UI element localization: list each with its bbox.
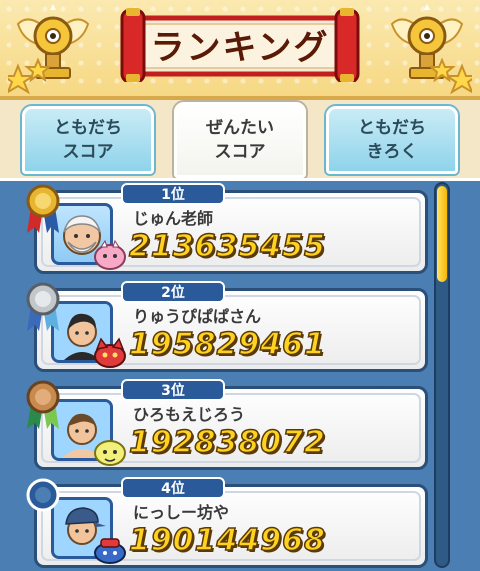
ranking-entry-2[interactable]: 2位 りゅうぴぱぱさん 195829461 bbox=[26, 281, 428, 372]
ranking-entry-3[interactable]: 3位 ひろもえじろう 192838072 bbox=[26, 379, 428, 470]
player-score: 195829461 bbox=[128, 326, 326, 363]
tab-friends-score[interactable]: ともだち スコア bbox=[22, 106, 154, 174]
player-score: 192838072 bbox=[128, 424, 326, 461]
player-name: りゅうぴぱぱさん bbox=[133, 307, 262, 326]
header-bar: ランキング bbox=[0, 0, 480, 100]
rank-label: 3位 bbox=[121, 379, 225, 401]
scrollbar[interactable] bbox=[434, 182, 450, 568]
silver-medal-icon bbox=[26, 282, 60, 331]
title-banner: ランキング bbox=[118, 8, 362, 84]
winged-trophy-icon bbox=[390, 4, 472, 95]
page-title: ランキング bbox=[150, 28, 330, 68]
blue-ring-badge-icon bbox=[26, 478, 60, 512]
player-score: 190144968 bbox=[128, 522, 326, 559]
tab-overall-score[interactable]: ぜんたい スコア bbox=[174, 102, 306, 178]
bronze-medal-icon bbox=[26, 380, 60, 429]
ranking-entry-4[interactable]: 4位 にっしー坊や 190144968 bbox=[26, 477, 428, 568]
tab-label: ともだち スコア bbox=[54, 118, 122, 162]
tab-label: ぜんたい スコア bbox=[206, 118, 274, 162]
ranking-entry-1[interactable]: 1位 じゅん老師 213635455 bbox=[26, 183, 428, 274]
tab-label: ともだち きろく bbox=[358, 118, 426, 162]
scrollbar-thumb[interactable] bbox=[437, 186, 447, 282]
gold-medal-icon bbox=[26, 184, 60, 233]
winged-trophy-icon bbox=[8, 4, 90, 95]
yellow-yokai-icon bbox=[94, 440, 126, 466]
player-name: ひろもえじろう bbox=[133, 405, 246, 424]
rank-label: 4位 bbox=[121, 477, 225, 499]
tab-friends-record[interactable]: ともだち きろく bbox=[326, 106, 458, 174]
blue-pot-yokai-icon bbox=[94, 538, 126, 564]
player-name: じゅん老師 bbox=[133, 209, 214, 228]
red-cat-yokai-icon bbox=[94, 337, 126, 368]
player-score: 213635455 bbox=[128, 228, 326, 265]
rank-label: 1位 bbox=[121, 183, 225, 205]
rank-label: 2位 bbox=[121, 281, 225, 303]
player-name: にっしー坊や bbox=[133, 503, 230, 522]
pink-yokai-icon bbox=[94, 239, 126, 270]
